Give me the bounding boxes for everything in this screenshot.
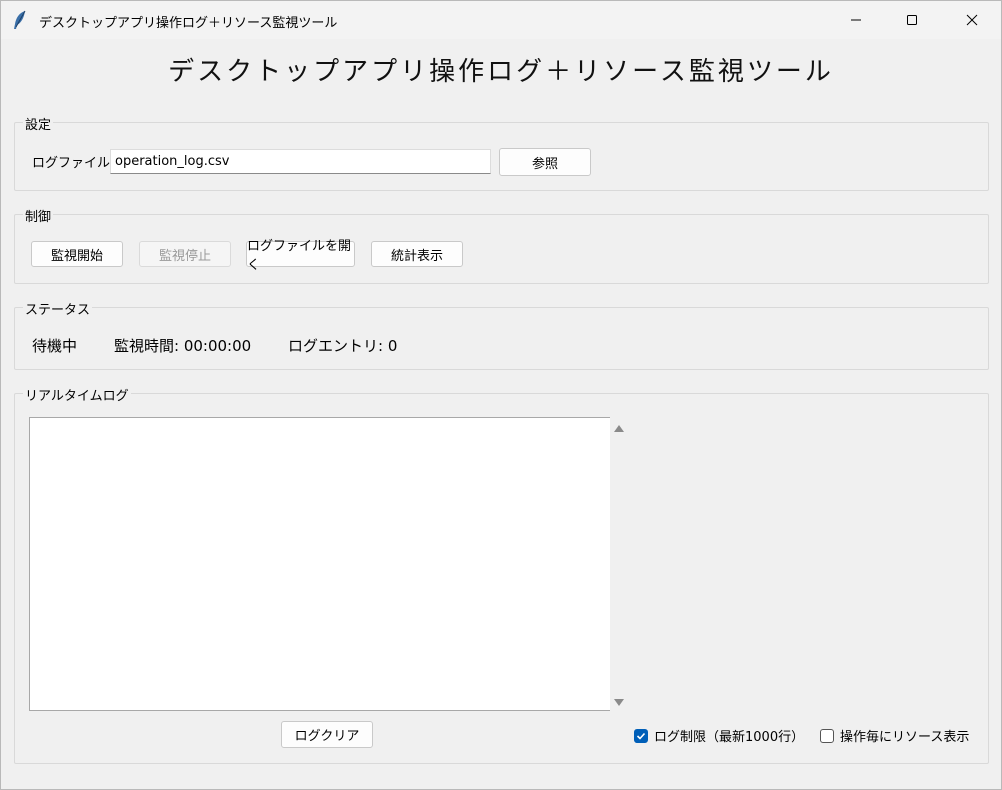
logfile-label: ログファイル: bbox=[32, 156, 115, 171]
scroll-down-arrow-icon[interactable] bbox=[614, 699, 624, 706]
resource-display-label: 操作毎にリソース表示 bbox=[840, 730, 970, 745]
settings-group-label: 設定 bbox=[23, 114, 54, 133]
clear-log-button[interactable]: ログクリア bbox=[281, 721, 373, 748]
close-button[interactable] bbox=[943, 1, 1001, 39]
title-bar: デスクトップアプリ操作ログ＋リソース監視ツール bbox=[1, 1, 1001, 39]
start-monitoring-button[interactable]: 監視開始 bbox=[31, 241, 123, 267]
checkbox-checked-icon[interactable] bbox=[634, 728, 648, 743]
app-heading: デスクトップアプリ操作ログ＋リソース監視ツール bbox=[168, 57, 834, 87]
browse-button[interactable]: 参照 bbox=[499, 148, 591, 176]
open-logfile-button[interactable]: ログファイルを開く bbox=[246, 239, 355, 273]
maximize-button[interactable] bbox=[883, 1, 941, 39]
status-state: 待機中 bbox=[32, 337, 78, 355]
control-group-label: 制御 bbox=[23, 206, 54, 225]
log-limit-label: ログ制限（最新1000行） bbox=[654, 730, 805, 745]
status-entries: ログエントリ: 0 bbox=[288, 337, 398, 355]
logfile-input[interactable] bbox=[110, 149, 491, 174]
log-limit-checkbox[interactable]: ログ制限（最新1000行） bbox=[634, 726, 804, 745]
scroll-up-arrow-icon[interactable] bbox=[614, 425, 624, 432]
status-elapsed: 監視時間: 00:00:00 bbox=[114, 337, 252, 355]
log-textarea[interactable] bbox=[29, 417, 610, 711]
stop-monitoring-button[interactable]: 監視停止 bbox=[139, 241, 231, 267]
status-group-label: ステータス bbox=[23, 299, 93, 318]
feather-icon bbox=[13, 10, 27, 30]
checkbox-unchecked-icon[interactable] bbox=[820, 728, 834, 743]
window-title: デスクトップアプリ操作ログ＋リソース監視ツール bbox=[39, 16, 338, 31]
realtime-log-group-label: リアルタイムログ bbox=[23, 385, 131, 404]
app-window: デスクトップアプリ操作ログ＋リソース監視ツール デスクトップアプリ操作ログ＋リソ… bbox=[0, 0, 1002, 790]
minimize-button[interactable] bbox=[827, 1, 885, 39]
show-stats-button[interactable]: 統計表示 bbox=[371, 241, 463, 267]
resource-display-checkbox[interactable]: 操作毎にリソース表示 bbox=[820, 726, 969, 745]
